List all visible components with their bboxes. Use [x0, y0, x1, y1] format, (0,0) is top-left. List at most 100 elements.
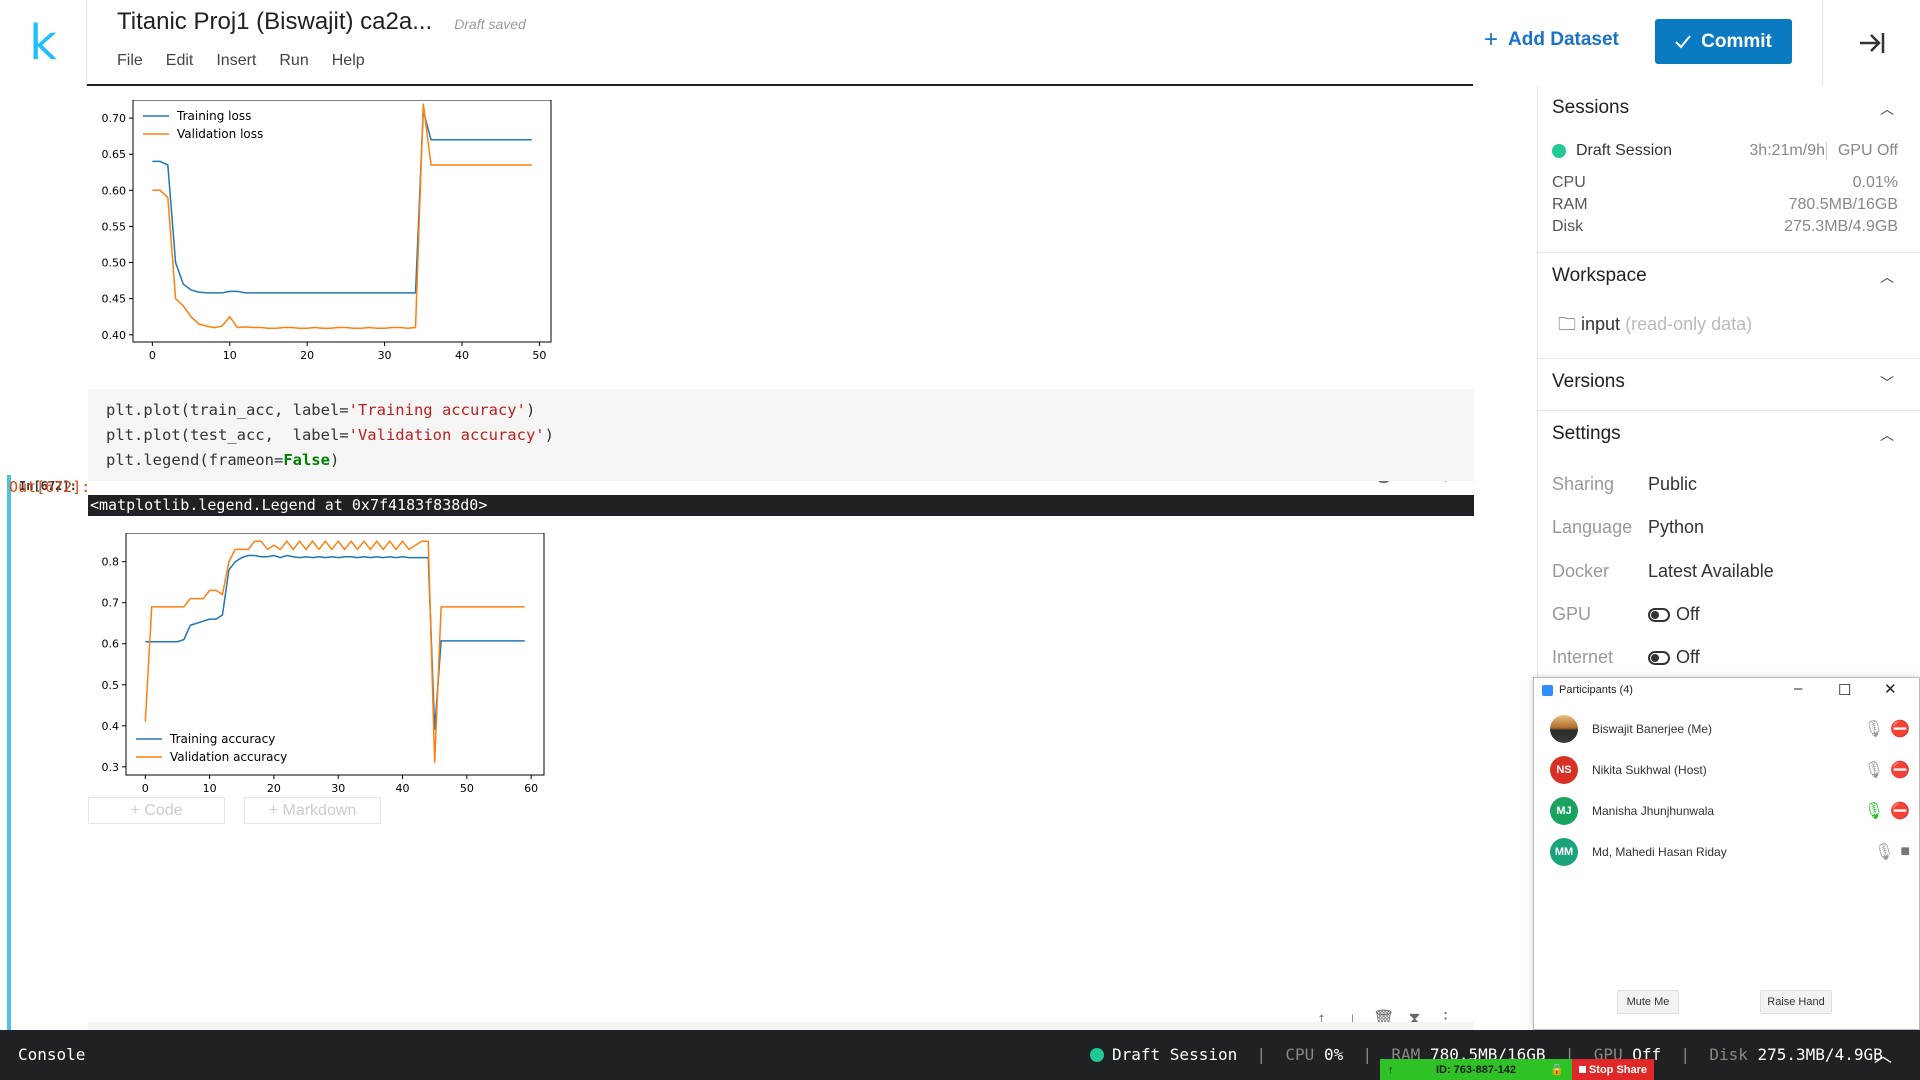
participant-row[interactable]: NS Nikita Sukhwal (Host) 🎙 ⛔ — [1550, 755, 1910, 785]
y-tick-label: 0.60 — [102, 184, 127, 197]
internet-toggle[interactable]: Off — [1648, 647, 1700, 668]
y-tick-label: 0.7 — [102, 597, 120, 610]
video-off-icon[interactable]: ⛔ — [1890, 760, 1910, 780]
collapse-sidebar-button[interactable] — [1822, 0, 1920, 86]
mute-me-button[interactable]: Mute Me — [1617, 990, 1679, 1014]
chevron-up-icon[interactable]: ︿ — [1880, 267, 1894, 287]
add-code-button[interactable]: + Code — [88, 797, 225, 824]
status-cpu-label: CPU — [1285, 1045, 1315, 1064]
legend-label: Validation accuracy — [170, 750, 287, 764]
setting-label: Docker — [1552, 561, 1610, 581]
setting-label: Internet — [1552, 647, 1614, 667]
sharing-select[interactable]: Public — [1648, 474, 1697, 495]
code-line: plt.plot(train_acc, label='Training accu… — [106, 401, 536, 419]
video-off-icon[interactable]: ⛔ — [1890, 719, 1910, 739]
commit-button[interactable]: Commit — [1655, 19, 1792, 64]
chevron-up-icon[interactable]: ︿ — [1874, 1042, 1892, 1068]
x-tick-label: 30 — [331, 782, 345, 795]
disk-label: Disk — [1552, 218, 1584, 235]
x-tick-label: 20 — [267, 782, 281, 795]
x-tick-label: 40 — [455, 349, 469, 362]
avatar: MJ — [1550, 797, 1578, 825]
menu-file[interactable]: File — [117, 52, 143, 70]
disk-value: 275.3MB/4.9GB — [1784, 218, 1898, 235]
participants-window: Participants (4) – ☐ ✕ Biswajit Banerjee… — [1533, 677, 1920, 1030]
mic-muted-icon[interactable]: 🎙 — [1864, 719, 1884, 739]
status-session: Draft Session — [1112, 1045, 1238, 1064]
add-dataset-button[interactable]: + Add Dataset — [1484, 26, 1619, 54]
code-cell[interactable]: plt.plot(train_acc, label='Training accu… — [88, 389, 1474, 481]
session-status-dot — [1552, 143, 1566, 158]
y-tick-label: 0.55 — [102, 220, 127, 233]
collapse-right-icon — [1859, 33, 1884, 53]
cpu-value: 0.01% — [1852, 174, 1898, 191]
session-row: Draft Session — [1552, 142, 1672, 160]
gpu-toggle[interactable]: Off — [1648, 604, 1700, 625]
chevron-up-icon[interactable]: ︿ — [1880, 425, 1894, 445]
maximize-icon[interactable]: ☐ — [1838, 681, 1851, 699]
participant-row[interactable]: MM Md, Mahedi Hasan Riday 🎙 ■ — [1550, 837, 1910, 867]
menu-insert[interactable]: Insert — [216, 52, 256, 70]
kaggle-logo[interactable]: k — [0, 0, 87, 86]
y-tick-label: 0.70 — [102, 112, 127, 125]
raise-hand-button[interactable]: Raise Hand — [1760, 990, 1832, 1014]
video-camera-icon[interactable]: ■ — [1900, 843, 1910, 861]
chevron-up-icon[interactable]: ︿ — [1880, 99, 1894, 119]
setting-label: GPU — [1552, 604, 1592, 624]
cpu-label: CPU — [1552, 174, 1586, 191]
status-disk: 275.3MB/4.9GB — [1757, 1045, 1883, 1064]
video-off-icon[interactable]: ⛔ — [1890, 801, 1910, 821]
menu-bar: File Edit Insert Run Help — [117, 52, 388, 70]
loss-chart: 0 10 20 30 40 50 0.40 0.45 0.50 0.55 0.60 0.65 0.70 T… — [102, 100, 552, 362]
settings-header[interactable]: Settings — [1552, 423, 1621, 445]
menu-edit[interactable]: Edit — [166, 52, 194, 70]
y-tick-label: 0.5 — [102, 679, 120, 692]
workspace-header[interactable]: Workspace — [1552, 265, 1647, 287]
menu-run[interactable]: Run — [279, 52, 308, 70]
mic-muted-icon[interactable]: 🎙 — [1864, 760, 1884, 780]
x-tick-label: 0 — [149, 349, 156, 362]
session-divider — [1826, 142, 1827, 160]
menu-help[interactable]: Help — [332, 52, 365, 70]
y-tick-label: 0.50 — [102, 257, 127, 270]
setting-label: Language — [1552, 517, 1633, 537]
legend-label: Training loss — [176, 109, 251, 123]
participant-row[interactable]: Biswajit Banerjee (Me) 🎙 ⛔ — [1550, 714, 1910, 744]
code-line: plt.plot(test_acc, label='Validation acc… — [106, 426, 554, 444]
code-line: plt.legend(frameon=False) — [106, 451, 340, 469]
legend-label: Training accuracy — [169, 732, 275, 746]
legend-label: Validation loss — [177, 127, 263, 141]
minimize-icon[interactable]: – — [1794, 680, 1802, 697]
mic-muted-icon[interactable]: 🎙 — [1874, 842, 1894, 862]
x-tick-label: 10 — [203, 782, 217, 795]
mic-active-icon[interactable]: 🎙 — [1864, 801, 1884, 821]
folder-icon: 🗀 — [1558, 314, 1576, 334]
ram-value: 780.5MB/16GB — [1788, 196, 1898, 213]
close-icon[interactable]: ✕ — [1884, 680, 1897, 698]
output-prompt: Out[672]: — [9, 478, 91, 496]
y-tick-label: 0.40 — [102, 329, 127, 342]
notebook-area: 0 10 20 30 40 50 0.40 0.45 0.50 0.55 0.60 0.65 0.70 T… — [0, 86, 1475, 1030]
versions-header[interactable]: Versions — [1552, 371, 1625, 393]
x-tick-label: 40 — [396, 782, 410, 795]
language-select[interactable]: Python — [1648, 517, 1704, 538]
chevron-down-icon[interactable]: ﹀ — [1880, 373, 1894, 393]
next-cell[interactable] — [88, 1022, 1474, 1030]
avatar: MM — [1550, 838, 1578, 866]
status-cpu: 0% — [1323, 1045, 1344, 1064]
docker-select[interactable]: Latest Available — [1648, 561, 1774, 582]
status-disk-label: Disk — [1709, 1045, 1748, 1064]
y-tick-label: 0.45 — [102, 293, 127, 306]
x-tick-label: 60 — [524, 782, 538, 795]
participant-row[interactable]: MJ Manisha Jhunjhunwala 🎙 ⛔ — [1550, 796, 1910, 826]
sessions-header[interactable]: Sessions — [1552, 97, 1629, 119]
console-toggle[interactable]: Console — [18, 1045, 85, 1064]
stop-share-button[interactable]: Stop Share — [1572, 1059, 1654, 1080]
workspace-input-folder[interactable]: 🗀 input (read-only data) — [1558, 312, 1752, 342]
check-icon — [1675, 34, 1691, 48]
draft-status: Draft saved — [454, 16, 526, 32]
zoom-icon — [1542, 684, 1553, 696]
setting-label: Sharing — [1552, 474, 1615, 494]
add-markdown-button[interactable]: + Markdown — [244, 797, 381, 824]
notebook-title[interactable]: Titanic Proj1 (Biswajit) ca2a... — [117, 8, 432, 36]
